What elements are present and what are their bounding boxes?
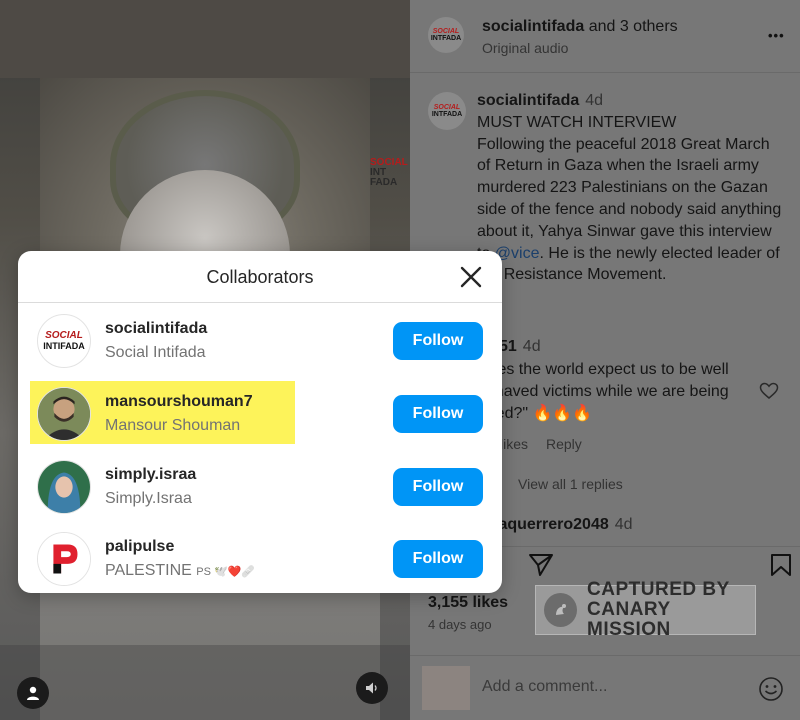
collaborator-name: Mansour Shouman — [105, 417, 241, 434]
save-icon[interactable] — [770, 553, 792, 577]
post-date: 4 days ago — [428, 617, 492, 632]
post-author-avatar[interactable]: SOCIAL INTFADA — [428, 17, 464, 53]
comment-header: 51 4d — [499, 338, 541, 355]
collaborator-avatar[interactable] — [37, 532, 91, 586]
close-icon[interactable] — [458, 264, 484, 290]
video-watermark: SOCIAL INT FADA — [370, 157, 408, 188]
person-photo-icon — [38, 388, 90, 440]
likes-count[interactable]: 3,155 likes — [428, 594, 508, 612]
captured-line-1: CAPTURED BY — [587, 579, 730, 600]
collaborators-modal: Collaborators SOCIAL INTIFADA socialinti… — [18, 251, 502, 593]
collaborator-avatar[interactable]: SOCIAL INTIFADA — [37, 314, 91, 368]
view-replies-link[interactable]: View all 1 replies — [518, 476, 623, 492]
mute-button[interactable] — [356, 672, 388, 704]
comment-username-2[interactable]: jaquerrero2048 — [494, 516, 609, 533]
collaborator-handle[interactable]: simply.israa — [105, 466, 196, 484]
post-author-link[interactable]: socialintifada — [482, 18, 584, 35]
collaborator-handle[interactable]: socialintifada — [105, 320, 207, 338]
video-controls-bar — [0, 645, 410, 720]
follow-button[interactable]: Follow — [393, 468, 483, 506]
caption-author-avatar[interactable]: SOCIAL INTFADA — [428, 92, 466, 130]
speaker-icon — [366, 682, 377, 694]
more-options-button[interactable]: ••• — [768, 28, 785, 43]
post-header-title: socialintifada and 3 others — [482, 18, 678, 35]
collaborator-row: palipulse PALESTINE PS 🕊️❤️🩹 Follow — [18, 522, 502, 593]
collaborator-avatar[interactable] — [37, 387, 91, 441]
captured-watermark: CAPTURED BY CANARY MISSION — [535, 580, 756, 640]
post-caption: socialintifada 4d MUST WATCH INTERVIEW Fo… — [477, 92, 782, 284]
caption-username[interactable]: socialintifada — [477, 92, 579, 109]
canary-logo-icon — [544, 593, 578, 627]
share-icon[interactable] — [528, 553, 554, 577]
collaborator-avatar[interactable] — [37, 460, 91, 514]
collaborator-name: PALESTINE PS 🕊️❤️🩹 — [105, 562, 256, 579]
comment-likes[interactable]: likes — [500, 436, 528, 452]
collaborator-row: mansourshouman7 Mansour Shouman Follow — [18, 377, 502, 449]
video-background-top — [0, 0, 410, 78]
collaborator-handle[interactable]: mansourshouman7 — [105, 393, 253, 411]
person-photo-icon — [38, 461, 90, 513]
tagged-users-button[interactable] — [17, 677, 49, 709]
emoji-icon[interactable] — [758, 676, 784, 702]
heart-icon[interactable] — [759, 382, 779, 400]
collaborator-row: simply.israa Simply.Israa Follow — [18, 450, 502, 522]
captured-line-2: CANARY MISSION — [587, 599, 671, 640]
modal-header: Collaborators — [18, 251, 502, 303]
collaborator-handle[interactable]: palipulse — [105, 538, 174, 556]
collaborator-name: Simply.Israa — [105, 490, 192, 507]
collaborator-name-suffix: PS 🕊️❤️🩹 — [196, 566, 256, 578]
comment-header-2: jaquerrero2048 4d — [494, 516, 633, 533]
header-divider — [410, 72, 800, 73]
comment-text: Does the world expect us to be well beha… — [477, 361, 729, 422]
audio-label[interactable]: Original audio — [482, 40, 568, 56]
follow-button[interactable]: Follow — [393, 322, 483, 360]
comment-composer — [410, 656, 800, 720]
collaborator-name: Social Intifada — [105, 344, 206, 361]
user-icon — [27, 686, 39, 700]
modal-title: Collaborators — [206, 267, 314, 287]
collaborator-row: SOCIAL INTIFADA socialintifada Social In… — [18, 304, 502, 376]
reply-button[interactable]: Reply — [546, 436, 582, 452]
follow-button[interactable]: Follow — [393, 395, 483, 433]
palipulse-logo-icon — [38, 533, 90, 585]
comment-input[interactable] — [482, 678, 742, 696]
commenter-thumbnail — [422, 666, 470, 710]
follow-button[interactable]: Follow — [393, 540, 483, 578]
